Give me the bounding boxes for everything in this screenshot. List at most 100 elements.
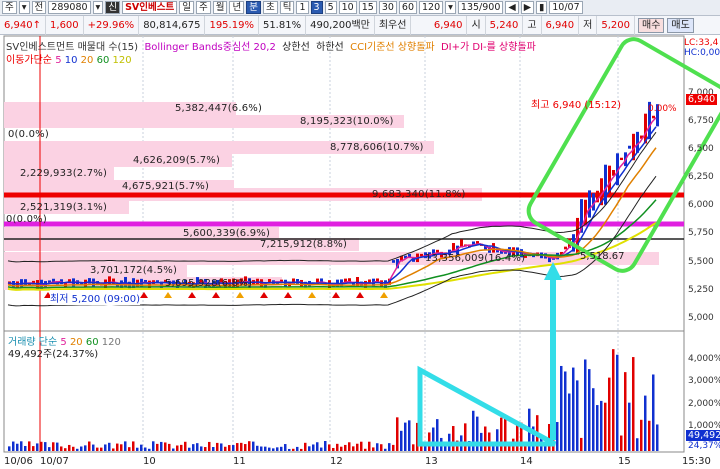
volume-bar: [64, 448, 67, 451]
volume-profile-label: 5,600,339(6.9%): [183, 228, 271, 239]
toolbar-item[interactable]: 년: [229, 1, 245, 14]
toolbar-item[interactable]: 289080: [48, 1, 91, 14]
toolbar-item[interactable]: ◀: [505, 1, 519, 14]
buy-button[interactable]: 매수: [638, 17, 665, 33]
volume-bar: [176, 445, 179, 451]
volume-bar: [580, 437, 583, 451]
toolbar-item[interactable]: 10/07: [549, 1, 583, 14]
candle: [24, 279, 27, 286]
toolbar-item[interactable]: 1: [296, 1, 309, 14]
legend-bollinger: Bollinger Bands중심선 20,2: [144, 42, 276, 53]
volume-bar: [224, 446, 227, 451]
volume-bar: [600, 400, 603, 451]
volume-bar: [300, 448, 303, 451]
toolbar-item[interactable]: 분: [246, 1, 261, 14]
volume-bar: [208, 441, 211, 451]
volume-bar: [412, 444, 415, 451]
volume-bar: [44, 442, 47, 451]
volume-bar: [268, 447, 271, 451]
volume-bar: [60, 446, 63, 451]
toolbar-item[interactable]: 월: [212, 1, 228, 14]
volume-bar: [556, 422, 559, 451]
price-axis-label: 5,500: [688, 257, 714, 267]
price-tag: 6,940: [686, 94, 718, 105]
volume-bar: [212, 447, 215, 451]
toolbar-item[interactable]: 30: [378, 1, 397, 14]
toolbar-item[interactable]: ▾: [445, 1, 456, 14]
volume-bar: [124, 441, 127, 451]
toolbar-item[interactable]: 5: [324, 1, 337, 14]
toolbar-item[interactable]: ▾: [92, 1, 104, 14]
volume-profile-label: 4,675,921(5.7%): [122, 181, 210, 192]
volume-profile-label: 9,683,340(11.8%): [372, 189, 466, 200]
x-axis-label: 10/07: [40, 456, 69, 467]
volume-bar: [164, 442, 167, 451]
volume-bar: [452, 426, 455, 451]
lc-value: LC:33,4: [684, 38, 719, 48]
volume-bar: [264, 446, 267, 451]
toolbar-item[interactable]: 15: [358, 1, 377, 14]
volume-bar: [196, 443, 199, 451]
toolbar-item[interactable]: 60: [398, 1, 417, 14]
toolbar-item[interactable]: 전: [31, 1, 47, 14]
volume-bar: [316, 442, 319, 451]
volume-tag: 49,492: [686, 430, 720, 441]
toolbar-item[interactable]: 주: [195, 1, 211, 14]
toolbar-item[interactable]: 135/900: [457, 1, 504, 14]
toolbar-item[interactable]: ▮: [536, 1, 548, 14]
volume-bar: [328, 444, 331, 451]
toolbar-item[interactable]: ▾: [18, 1, 30, 14]
volume-bar: [248, 441, 251, 451]
volume-bar: [376, 443, 379, 451]
volume-bar: [156, 443, 159, 451]
volume-bar: [152, 441, 155, 451]
volume-tag-pct: 24,37%: [688, 441, 720, 451]
candle: [628, 145, 631, 149]
volume-bar: [8, 446, 11, 451]
volume-bar: [312, 444, 315, 451]
volume-axis-label: 3,000%: [688, 376, 720, 386]
volume-bar: [608, 377, 611, 451]
volume-bar: [508, 445, 511, 451]
volume-bar: [276, 447, 279, 451]
x-axis-label: 10: [143, 456, 156, 467]
volume-profile-label: 7,215,912(8.8%): [260, 239, 348, 250]
quote-bar: 6,940↑ 1,600 +29.96% 80,814,675 195.19% …: [0, 15, 720, 35]
volume-bar: [20, 441, 23, 451]
toolbar-item[interactable]: 틱: [279, 1, 295, 14]
toolbar-item[interactable]: 10: [338, 1, 357, 14]
toolbar-item[interactable]: SV인베스트: [122, 1, 178, 14]
toolbar-item[interactable]: 초: [262, 1, 278, 14]
trade-amount: 490,200백만: [306, 15, 375, 35]
volume-bar: [16, 443, 19, 451]
volume-bar: [644, 395, 647, 451]
volume-bar: [356, 443, 359, 451]
volume-bar: [96, 447, 99, 451]
toolbar-item[interactable]: 120: [419, 1, 444, 14]
toolbar-item[interactable]: 주: [2, 1, 17, 14]
volume-bar: [228, 445, 231, 451]
price-axis-label: 5,750: [688, 228, 714, 238]
legend-lower: 하한선: [316, 42, 344, 53]
volume-bar: [364, 448, 367, 451]
volume-bar: [56, 442, 59, 451]
volume-profile-label: 4,626,209(5.7%): [133, 155, 221, 166]
volume-bar: [628, 402, 631, 451]
volume-bar: [592, 388, 595, 451]
volume-bar: [604, 402, 607, 451]
candle: [284, 279, 287, 288]
price-axis-label: 6,250: [688, 172, 714, 182]
volume-bar: [616, 354, 619, 451]
volume-bar: [112, 448, 115, 451]
toolbar-item[interactable]: ▶: [520, 1, 535, 14]
volume-bar: [252, 441, 255, 451]
toolbar-item[interactable]: 3: [310, 1, 323, 14]
ma-label: 이동가단순: [6, 55, 52, 66]
volume-bar: [128, 447, 131, 451]
price-axis-label: 6,750: [688, 116, 714, 126]
toolbar-item[interactable]: 일: [179, 1, 194, 14]
sell-button[interactable]: 매도: [667, 17, 694, 33]
volume-bar: [284, 444, 287, 451]
volume-bar: [116, 443, 119, 451]
toolbar-item[interactable]: 신: [105, 1, 121, 14]
